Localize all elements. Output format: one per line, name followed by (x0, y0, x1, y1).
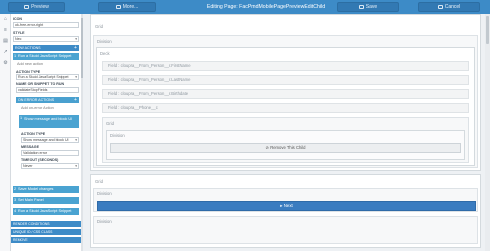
item-number: 4 (14, 209, 17, 213)
row-action-title: Run a Skuid JavaScript Snippet (18, 54, 72, 58)
icon-rail: ⌂ ≡ ▤ ↗ ⚙ (0, 14, 11, 251)
add-error-action-link[interactable]: Add on-error Action (21, 106, 54, 111)
add-error-icon[interactable]: + (73, 97, 78, 103)
division-2-label: Division (97, 191, 112, 196)
preview-label: Preview (31, 4, 49, 10)
save-button[interactable]: Save (337, 2, 399, 12)
grid-2-label: Grid (95, 179, 103, 184)
snippet-field[interactable]: validateStopFields (16, 87, 79, 93)
grid-1[interactable]: Grid Division Deck Field : cloupra__From… (90, 14, 481, 171)
error-action-item[interactable]: 1 Show message and block UI (19, 115, 79, 128)
division-3[interactable]: Division (93, 216, 478, 244)
remove-child-label: Remove This Child (270, 145, 306, 150)
preview-button[interactable]: Preview (8, 2, 65, 12)
panel-scroll-thumb[interactable] (81, 18, 83, 78)
preview-icon (24, 5, 30, 9)
error-action-title: Show message and block UI (24, 117, 73, 121)
timeout-label: TIMEOUT (SECONDS) (21, 158, 59, 162)
inner-division-label: Division (110, 133, 125, 138)
action-step-4[interactable]: 4 Run a Skuid JavaScript Snippet (13, 208, 79, 215)
save-icon (358, 5, 364, 9)
snippet-label: NAME OR SNIPPET TO RUN (16, 82, 65, 86)
on-error-header-label: ON ERROR ACTIONS (18, 98, 55, 102)
step-title: Set Main Panel (18, 198, 44, 202)
item-number: 1 (20, 116, 23, 120)
style-label: STYLE (13, 31, 25, 35)
properties-panel: ICON ok-free-error-right STYLE Nec ROW A… (11, 14, 83, 251)
layers-icon[interactable]: ≡ (3, 28, 8, 33)
division-1[interactable]: Division Deck Field : cloupra__From_Pers… (93, 35, 478, 168)
inner-grid-label: Grid (106, 121, 114, 126)
action-step-3[interactable]: 3 Set Main Panel (13, 197, 79, 204)
add-action-link[interactable]: Add new action (17, 62, 43, 67)
field-first-name[interactable]: Field : cloupra__From_Person__r.FirstNam… (102, 61, 469, 71)
inner-grid[interactable]: Grid Division ⊘ Remove This Child (102, 117, 469, 163)
message-label: MESSAGE (21, 145, 39, 149)
step-title: Save Model changes (18, 187, 54, 191)
step-title: Run a Skuid JavaScript Snippet (18, 209, 72, 213)
icon-field[interactable]: ok-free-error-right (13, 22, 79, 28)
page-title: Editing Page: FacPmdMobilePagePreviewEdi… (206, 4, 326, 10)
row-action-item[interactable]: 1 Run a Skuid JavaScript Snippet (13, 53, 79, 60)
top-toolbar: Preview More... Editing Page: FacPmdMobi… (0, 0, 490, 14)
inner-division[interactable]: Division ⊘ Remove This Child (106, 130, 465, 160)
next-label: Next (283, 203, 293, 208)
grid-2[interactable]: Grid Division ▸ Next Division (90, 174, 481, 248)
grid-1-label: Grid (95, 24, 103, 29)
message-field[interactable]: Validation error (21, 150, 79, 156)
panel-scrollbar[interactable] (81, 14, 83, 251)
division-2[interactable]: Division ▸ Next (93, 188, 478, 212)
page-canvas: Grid Division Deck Field : cloupra__From… (84, 14, 490, 251)
link-icon[interactable]: ↗ (3, 50, 8, 55)
division-1-label: Division (97, 39, 112, 44)
timeout-select[interactable]: Never (21, 163, 79, 169)
more-button[interactable]: More... (98, 2, 156, 12)
division-3-label: Division (97, 219, 112, 224)
remove-child-button[interactable]: ⊘ Remove This Child (110, 143, 461, 153)
list-icon[interactable]: ▤ (3, 39, 8, 44)
save-label: Save (365, 4, 378, 10)
cancel-icon (437, 5, 443, 9)
error-action-type-select[interactable]: Show message and block UI (21, 137, 79, 143)
on-error-header[interactable]: ON ERROR ACTIONS + (16, 97, 79, 103)
remove-header[interactable]: REMOVE (11, 237, 81, 243)
cancel-label: Cancel (444, 4, 461, 10)
more-icon (115, 5, 121, 9)
home-icon[interactable]: ⌂ (3, 17, 8, 22)
field-last-name[interactable]: Field : cloupra__From_Person__r.LastName (102, 75, 469, 85)
action-step-2[interactable]: 2 Save Model changes (13, 186, 79, 193)
field-phone[interactable]: Field : cloupra__Phone__c (102, 103, 469, 113)
field-birthdate[interactable]: Field : cloupra__From_Person__r.Birthdat… (102, 89, 469, 99)
gear-icon[interactable]: ⚙ (3, 61, 8, 66)
render-conditions-header[interactable]: RENDER CONDITIONS (11, 221, 81, 227)
more-label: More... (122, 4, 139, 10)
add-icon[interactable]: + (73, 45, 78, 51)
icon-label: ICON (13, 17, 22, 21)
next-button[interactable]: ▸ Next (97, 201, 476, 211)
canvas-scrollbar[interactable] (485, 14, 490, 251)
unique-id-header[interactable]: UNIQUE ID / CSS CLASS (11, 229, 81, 235)
action-type-select[interactable]: Run a Skuid JavaScript Snippet (16, 74, 79, 80)
row-actions-header[interactable]: ROW ACTIONS + (13, 45, 79, 51)
deck[interactable]: Deck Field : cloupra__From_Person__r.Fir… (96, 47, 475, 166)
style-select[interactable]: Nec (13, 36, 79, 42)
item-number: 3 (14, 198, 17, 202)
canvas-scroll-thumb[interactable] (486, 16, 489, 44)
cancel-button[interactable]: Cancel (418, 2, 480, 12)
item-number: 1 (14, 54, 17, 58)
row-actions-header-label: ROW ACTIONS (15, 46, 41, 50)
error-action-type-label: ACTION TYPE (21, 132, 46, 136)
item-number: 2 (14, 187, 17, 191)
deck-label: Deck (100, 51, 110, 56)
